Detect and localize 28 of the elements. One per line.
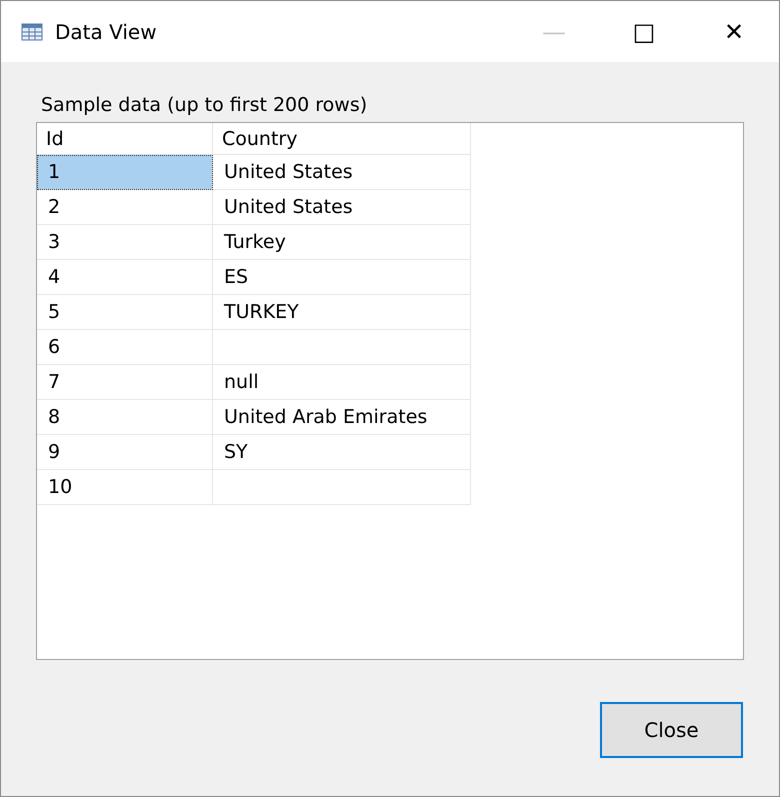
table-cell[interactable]: ES bbox=[213, 260, 471, 295]
table-cell[interactable]: 6 bbox=[37, 330, 213, 365]
window-title: Data View bbox=[55, 20, 158, 44]
table-cell[interactable]: 10 bbox=[37, 470, 213, 505]
table-cell[interactable]: 3 bbox=[37, 225, 213, 260]
close-button[interactable]: ✕ bbox=[689, 1, 779, 62]
table-cell[interactable]: TURKEY bbox=[213, 295, 471, 330]
table-cell[interactable]: United States bbox=[213, 190, 471, 225]
table-icon bbox=[21, 22, 43, 42]
table-cell[interactable]: United States bbox=[213, 155, 471, 190]
column-header[interactable]: Id bbox=[37, 123, 213, 155]
table-cell[interactable]: 2 bbox=[37, 190, 213, 225]
table-cell[interactable]: 7 bbox=[37, 365, 213, 400]
grid-label: Sample data (up to first 200 rows) bbox=[41, 94, 368, 116]
table-cell[interactable]: United Arab Emirates bbox=[213, 400, 471, 435]
table-cell[interactable]: 1 bbox=[37, 155, 213, 190]
table-cell[interactable]: 9 bbox=[37, 435, 213, 470]
close-button[interactable]: Close bbox=[600, 702, 743, 758]
table-cell[interactable]: Turkey bbox=[213, 225, 471, 260]
empty-cell[interactable] bbox=[213, 330, 471, 365]
table-cell[interactable]: null bbox=[213, 365, 471, 400]
empty-cell[interactable] bbox=[213, 470, 471, 505]
table-cell[interactable]: 8 bbox=[37, 400, 213, 435]
column-header[interactable]: Country bbox=[213, 123, 471, 155]
table-cell[interactable]: 4 bbox=[37, 260, 213, 295]
table-cell[interactable]: 5 bbox=[37, 295, 213, 330]
maximize-button[interactable]: □ bbox=[599, 1, 689, 62]
table-cell[interactable]: SY bbox=[213, 435, 471, 470]
